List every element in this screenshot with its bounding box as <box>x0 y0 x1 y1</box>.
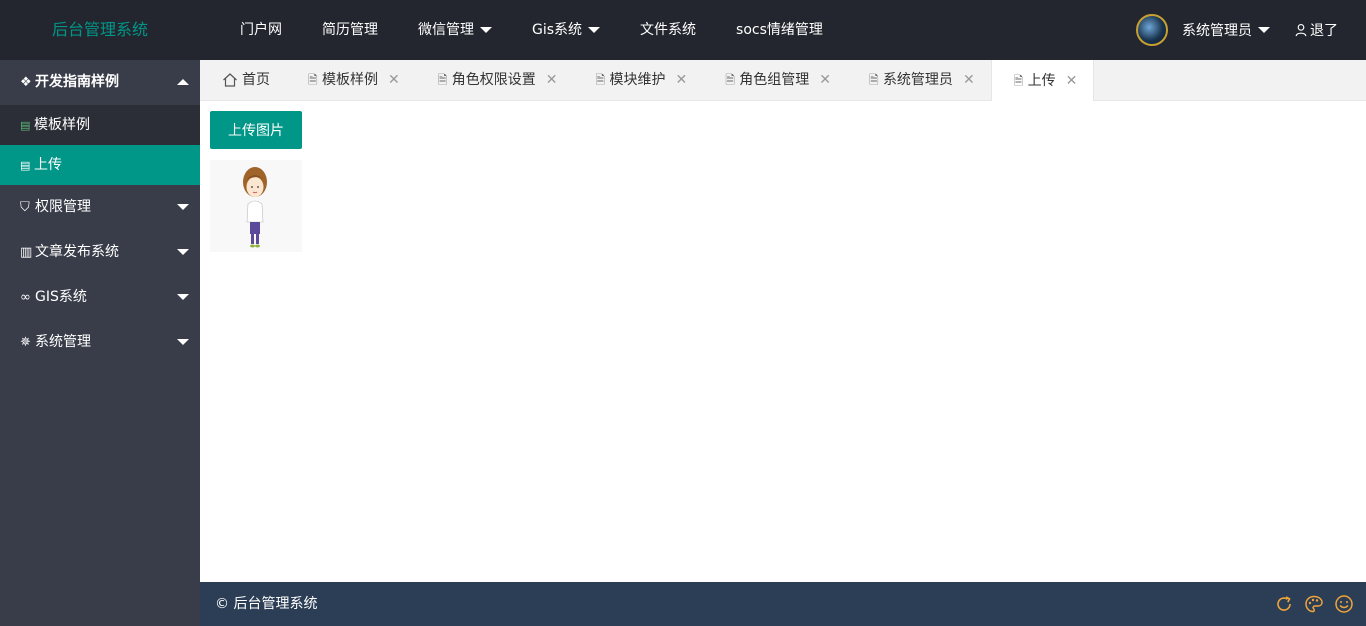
tab-upload[interactable]: 🗎 上传 ✕ <box>990 60 1095 101</box>
tab-role-permissions[interactable]: 🗎 角色权限设置 ✕ <box>416 60 574 100</box>
nav-item-resume[interactable]: 简历管理 <box>302 0 398 60</box>
main-content: 上传图片 <box>200 101 1366 582</box>
sidebar-group-gis[interactable]: ∞ GIS系统 <box>0 275 200 320</box>
smile-icon[interactable] <box>1334 594 1354 614</box>
close-icon[interactable]: ✕ <box>819 60 831 100</box>
logout-label: 退了 <box>1310 23 1338 39</box>
sidebar-group-permissions[interactable]: ⛉ 权限管理 <box>0 185 200 230</box>
copyright-text: © 后台管理系统 <box>215 596 318 612</box>
tab-label: 角色组管理 <box>739 72 810 88</box>
nav-label: Gis系统 <box>532 22 583 38</box>
refresh-icon[interactable] <box>1274 594 1294 614</box>
app-logo[interactable]: 后台管理系统 <box>0 0 200 60</box>
tab-label: 系统管理员 <box>882 72 953 88</box>
nav-item-gis[interactable]: Gis系统 <box>512 0 620 60</box>
sidebar-group-label: 系统管理 <box>35 334 91 350</box>
home-icon <box>223 73 237 87</box>
chevron-up-icon <box>177 79 189 85</box>
sidebar-item-label: 模板样例 <box>34 117 90 133</box>
nav-item-socs[interactable]: socs情绪管理 <box>716 0 843 60</box>
palette-icon[interactable] <box>1304 594 1324 614</box>
tab-bar: 首页 🗎 模板样例 ✕ 🗎 角色权限设置 ✕ 🗎 模块维护 ✕ 🗎 角色组管理 ✕ 🗎 系统管理员… <box>200 60 1366 101</box>
sidebar: ❖ 开发指南样例 ▤ 模板样例 ▤ 上传 ⛉ 权限管理 ▥ 文章发布系统 ∞ GIS系统 ✵… <box>0 60 200 626</box>
chevron-down-icon <box>480 27 492 33</box>
close-icon[interactable]: ✕ <box>546 60 558 100</box>
user-menu[interactable]: 系统管理员 <box>1182 20 1270 40</box>
sidebar-item-template[interactable]: ▤ 模板样例 <box>0 105 200 145</box>
file-icon: 🗎 <box>437 73 448 87</box>
nav-label: socs情绪管理 <box>736 22 823 38</box>
tab-label: 模板样例 <box>322 72 378 88</box>
sidebar-group-label: GIS系统 <box>35 289 87 305</box>
top-nav: 门户网 简历管理 微信管理 Gis系统 文件系统 socs情绪管理 <box>220 0 843 60</box>
sidebar-group-articles[interactable]: ▥ 文章发布系统 <box>0 230 200 275</box>
chevron-down-icon <box>177 249 189 255</box>
nav-label: 简历管理 <box>322 22 378 38</box>
close-icon[interactable]: ✕ <box>675 60 687 100</box>
avatar[interactable] <box>1136 14 1168 46</box>
chevron-down-icon <box>177 294 189 300</box>
tab-role-groups[interactable]: 🗎 角色组管理 ✕ <box>703 60 847 100</box>
footer: © 后台管理系统 <box>200 582 1366 626</box>
tab-admins[interactable]: 🗎 系统管理员 ✕ <box>847 60 991 100</box>
sidebar-group-dev-guide[interactable]: ❖ 开发指南样例 <box>0 60 200 105</box>
nav-item-portal[interactable]: 门户网 <box>220 0 302 60</box>
header: 后台管理系统 门户网 简历管理 微信管理 Gis系统 文件系统 socs情绪管理… <box>0 0 1366 60</box>
tab-label: 角色权限设置 <box>451 72 536 88</box>
sidebar-group-label: 开发指南样例 <box>35 74 119 90</box>
sidebar-group-system[interactable]: ✵ 系统管理 <box>0 320 200 365</box>
sidebar-submenu: ▤ 模板样例 ▤ 上传 <box>0 105 200 185</box>
chevron-down-icon <box>177 204 189 210</box>
nav-item-files[interactable]: 文件系统 <box>620 0 716 60</box>
nav-item-wechat[interactable]: 微信管理 <box>398 0 512 60</box>
chevron-down-icon <box>177 339 189 345</box>
chevron-down-icon <box>588 27 601 33</box>
user-name: 系统管理员 <box>1182 23 1252 39</box>
tab-module-maintenance[interactable]: 🗎 模块维护 ✕ <box>573 60 703 100</box>
file-icon: ▤ <box>20 119 31 132</box>
sidebar-item-label: 上传 <box>34 157 62 173</box>
sidebar-item-upload[interactable]: ▤ 上传 <box>0 145 200 185</box>
sidebar-group-label: 权限管理 <box>35 199 91 215</box>
gear-icon: ✵ <box>20 335 31 350</box>
file-icon: 🗎 <box>308 73 318 87</box>
uploaded-image-preview <box>210 160 302 252</box>
chevron-down-icon <box>1258 27 1270 33</box>
tab-label: 模块维护 <box>609 72 666 88</box>
sidebar-group-label: 文章发布系统 <box>35 244 119 260</box>
tab-template[interactable]: 🗎 模板样例 ✕ <box>286 60 416 100</box>
footer-icons <box>1274 582 1354 626</box>
tab-label: 上传 <box>1027 72 1056 89</box>
upload-image-button[interactable]: 上传图片 <box>210 111 302 149</box>
cartoon-girl-image <box>243 167 267 248</box>
file-icon: 🗎 <box>868 73 879 87</box>
file-icon: ▤ <box>20 159 31 172</box>
book-icon: ▥ <box>20 245 33 260</box>
infinity-icon: ∞ <box>20 290 31 305</box>
nav-label: 微信管理 <box>418 22 474 38</box>
nav-label: 门户网 <box>240 22 282 38</box>
close-icon[interactable]: ✕ <box>1066 61 1078 101</box>
file-icon: 🗎 <box>1013 73 1024 88</box>
shield-icon: ⛉ <box>20 200 30 215</box>
layers-icon: ❖ <box>20 75 32 90</box>
file-icon: 🗎 <box>725 73 735 87</box>
file-icon: 🗎 <box>595 73 606 87</box>
tab-home[interactable]: 首页 <box>200 60 286 100</box>
tab-label: 首页 <box>242 72 270 88</box>
logout-button[interactable]: 退了 <box>1294 20 1338 40</box>
nav-label: 文件系统 <box>640 22 697 38</box>
user-icon <box>1295 24 1307 37</box>
close-icon[interactable]: ✕ <box>388 60 400 100</box>
close-icon[interactable]: ✕ <box>963 60 975 100</box>
user-area: 系统管理员 退了 <box>1136 0 1338 60</box>
